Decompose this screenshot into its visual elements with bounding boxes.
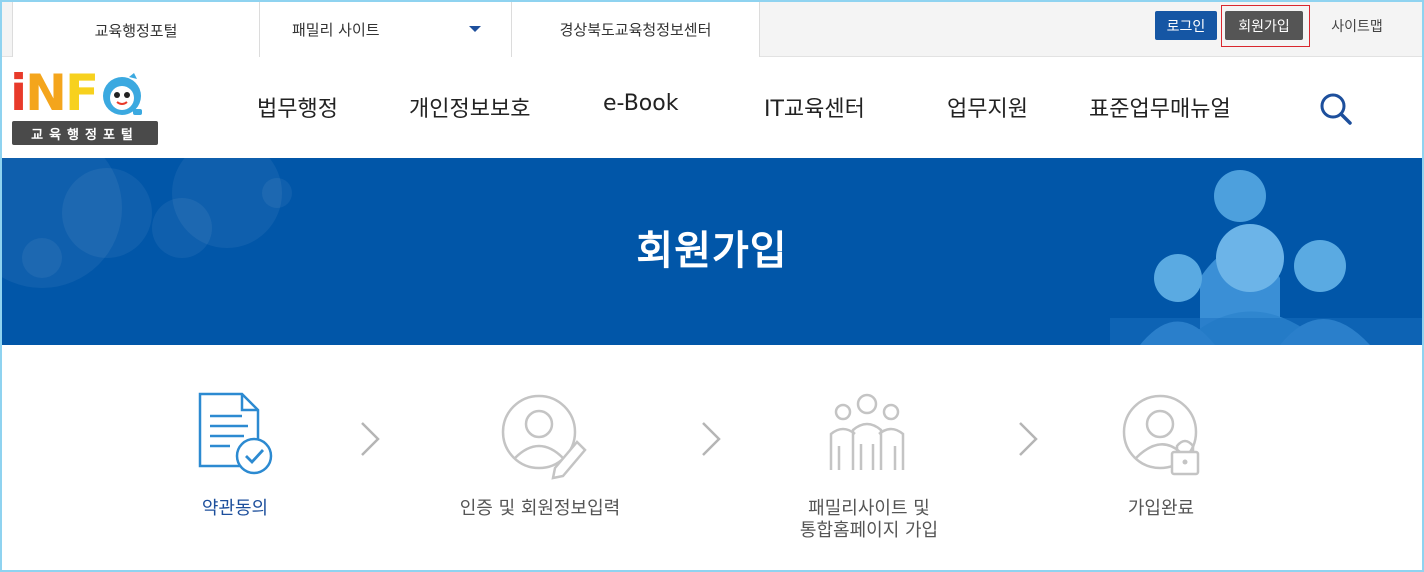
logo-tagline: 교육행정포털 — [12, 121, 158, 145]
gnb-standard-manual[interactable]: 표준업무매뉴얼 — [1089, 91, 1231, 123]
step-auth-info: 인증 및 회원정보입력 — [459, 498, 621, 519]
tab-label: 교육행정포털 — [94, 21, 178, 40]
chevron-right-icon — [1016, 419, 1040, 459]
tab-info-center[interactable]: 경상북도교육청정보센터 — [512, 2, 760, 57]
user-lock-icon — [1118, 390, 1208, 480]
logo-mascot-icon — [99, 71, 145, 117]
family-icon — [825, 390, 915, 480]
tab-label: 경상북도교육청정보센터 — [559, 21, 712, 39]
gnb-it-education[interactable]: IT교육센터 — [764, 91, 865, 123]
gnb-ebook[interactable]: e-Book — [603, 91, 678, 116]
caret-down-icon — [469, 26, 481, 32]
search-icon[interactable] — [1316, 89, 1356, 129]
step-complete: 가입완료 — [1127, 498, 1195, 519]
step-family-site-label: 패밀리사이트 및 — [808, 498, 930, 519]
sitemap-link[interactable]: 사이트맵 — [1316, 11, 1398, 40]
login-button[interactable]: 로그인 — [1155, 11, 1217, 40]
step-family-site-label-2: 통합홈페이지 가입 — [799, 520, 939, 541]
step-terms-agree: 약관동의 — [201, 498, 269, 519]
tab-education-portal[interactable]: 교육행정포털 — [12, 2, 260, 58]
family-site-dropdown[interactable]: 패밀리 사이트 — [260, 2, 512, 57]
top-utility-bar: 교육행정포털 패밀리 사이트 경상북도교육청정보센터 로그인 회원가입 사이트맵 — [0, 0, 1424, 58]
family-site-label: 패밀리 사이트 — [292, 21, 380, 39]
chevron-right-icon — [358, 419, 382, 459]
chevron-right-icon — [699, 419, 723, 459]
site-logo[interactable]: iNF 교육행정포털 — [10, 68, 160, 147]
gnb-legal-admin[interactable]: 법무행정 — [257, 91, 338, 123]
logo-wordmark: iNF — [10, 68, 145, 118]
join-button[interactable]: 회원가입 — [1225, 11, 1303, 40]
user-edit-icon — [497, 390, 587, 480]
header: iNF 교육행정포털 법무행정 개인정보보호 e-Book IT교육센터 업무지… — [0, 57, 1424, 158]
gnb-privacy[interactable]: 개인정보보호 — [409, 91, 530, 123]
family-photo — [1110, 158, 1422, 345]
join-steps: 약관동의 인증 및 회원정보입력 패밀리사이트 및 통합홈페이지 가입 가입완료 — [0, 345, 1424, 572]
document-check-icon — [192, 390, 282, 480]
page-banner: 회원가입 — [2, 158, 1422, 345]
gnb-work-support[interactable]: 업무지원 — [947, 91, 1028, 123]
